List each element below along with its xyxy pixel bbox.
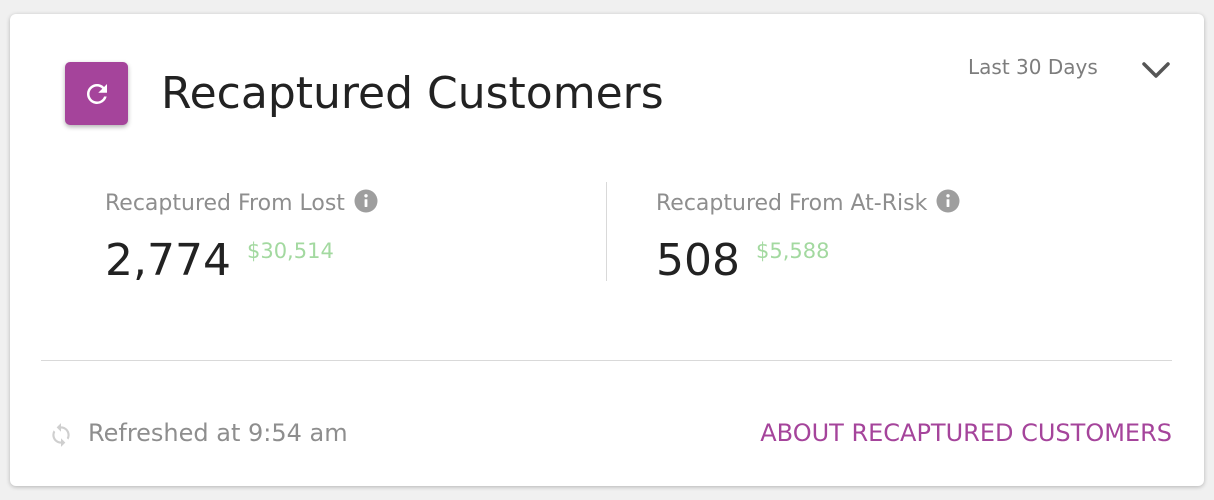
stat-amount: $5,588 [755,239,830,263]
stat-values: 2,774 $30,514 [105,236,378,286]
info-icon[interactable] [936,189,960,213]
stat-value: 2,774 [105,235,231,286]
about-recaptured-customers-link[interactable]: ABOUT RECAPTURED CUSTOMERS [760,416,1172,450]
stat-values: 508 $5,588 [656,236,960,286]
horizontal-divider [41,360,1172,361]
stat-recaptured-from-at-risk: Recaptured From At-Risk 508 $5,588 [656,184,960,286]
refresh-icon [86,83,107,104]
info-icon[interactable] [354,189,378,213]
stat-label: Recaptured From At-Risk [656,191,928,216]
vertical-divider [606,182,607,281]
period-select-value[interactable]: Last 30 Days [968,53,1098,81]
stat-label: Recaptured From Lost [105,191,345,216]
stat-recaptured-from-lost: Recaptured From Lost 2,774 $30,514 [105,184,378,286]
sync-icon [52,423,70,447]
chevron-down-icon[interactable] [1140,58,1172,82]
stat-label-container: Recaptured From Lost [105,184,378,224]
recapture-app-icon [65,62,128,125]
recaptured-customers-card: Recaptured Customers Last 30 Days Recapt… [10,14,1204,486]
refreshed-timestamp: Refreshed at 9:54 am [88,419,348,447]
card-title: Recaptured Customers [161,68,664,119]
stat-label-container: Recaptured From At-Risk [656,184,960,224]
stat-value: 508 [656,235,740,286]
stat-amount: $30,514 [246,239,334,263]
